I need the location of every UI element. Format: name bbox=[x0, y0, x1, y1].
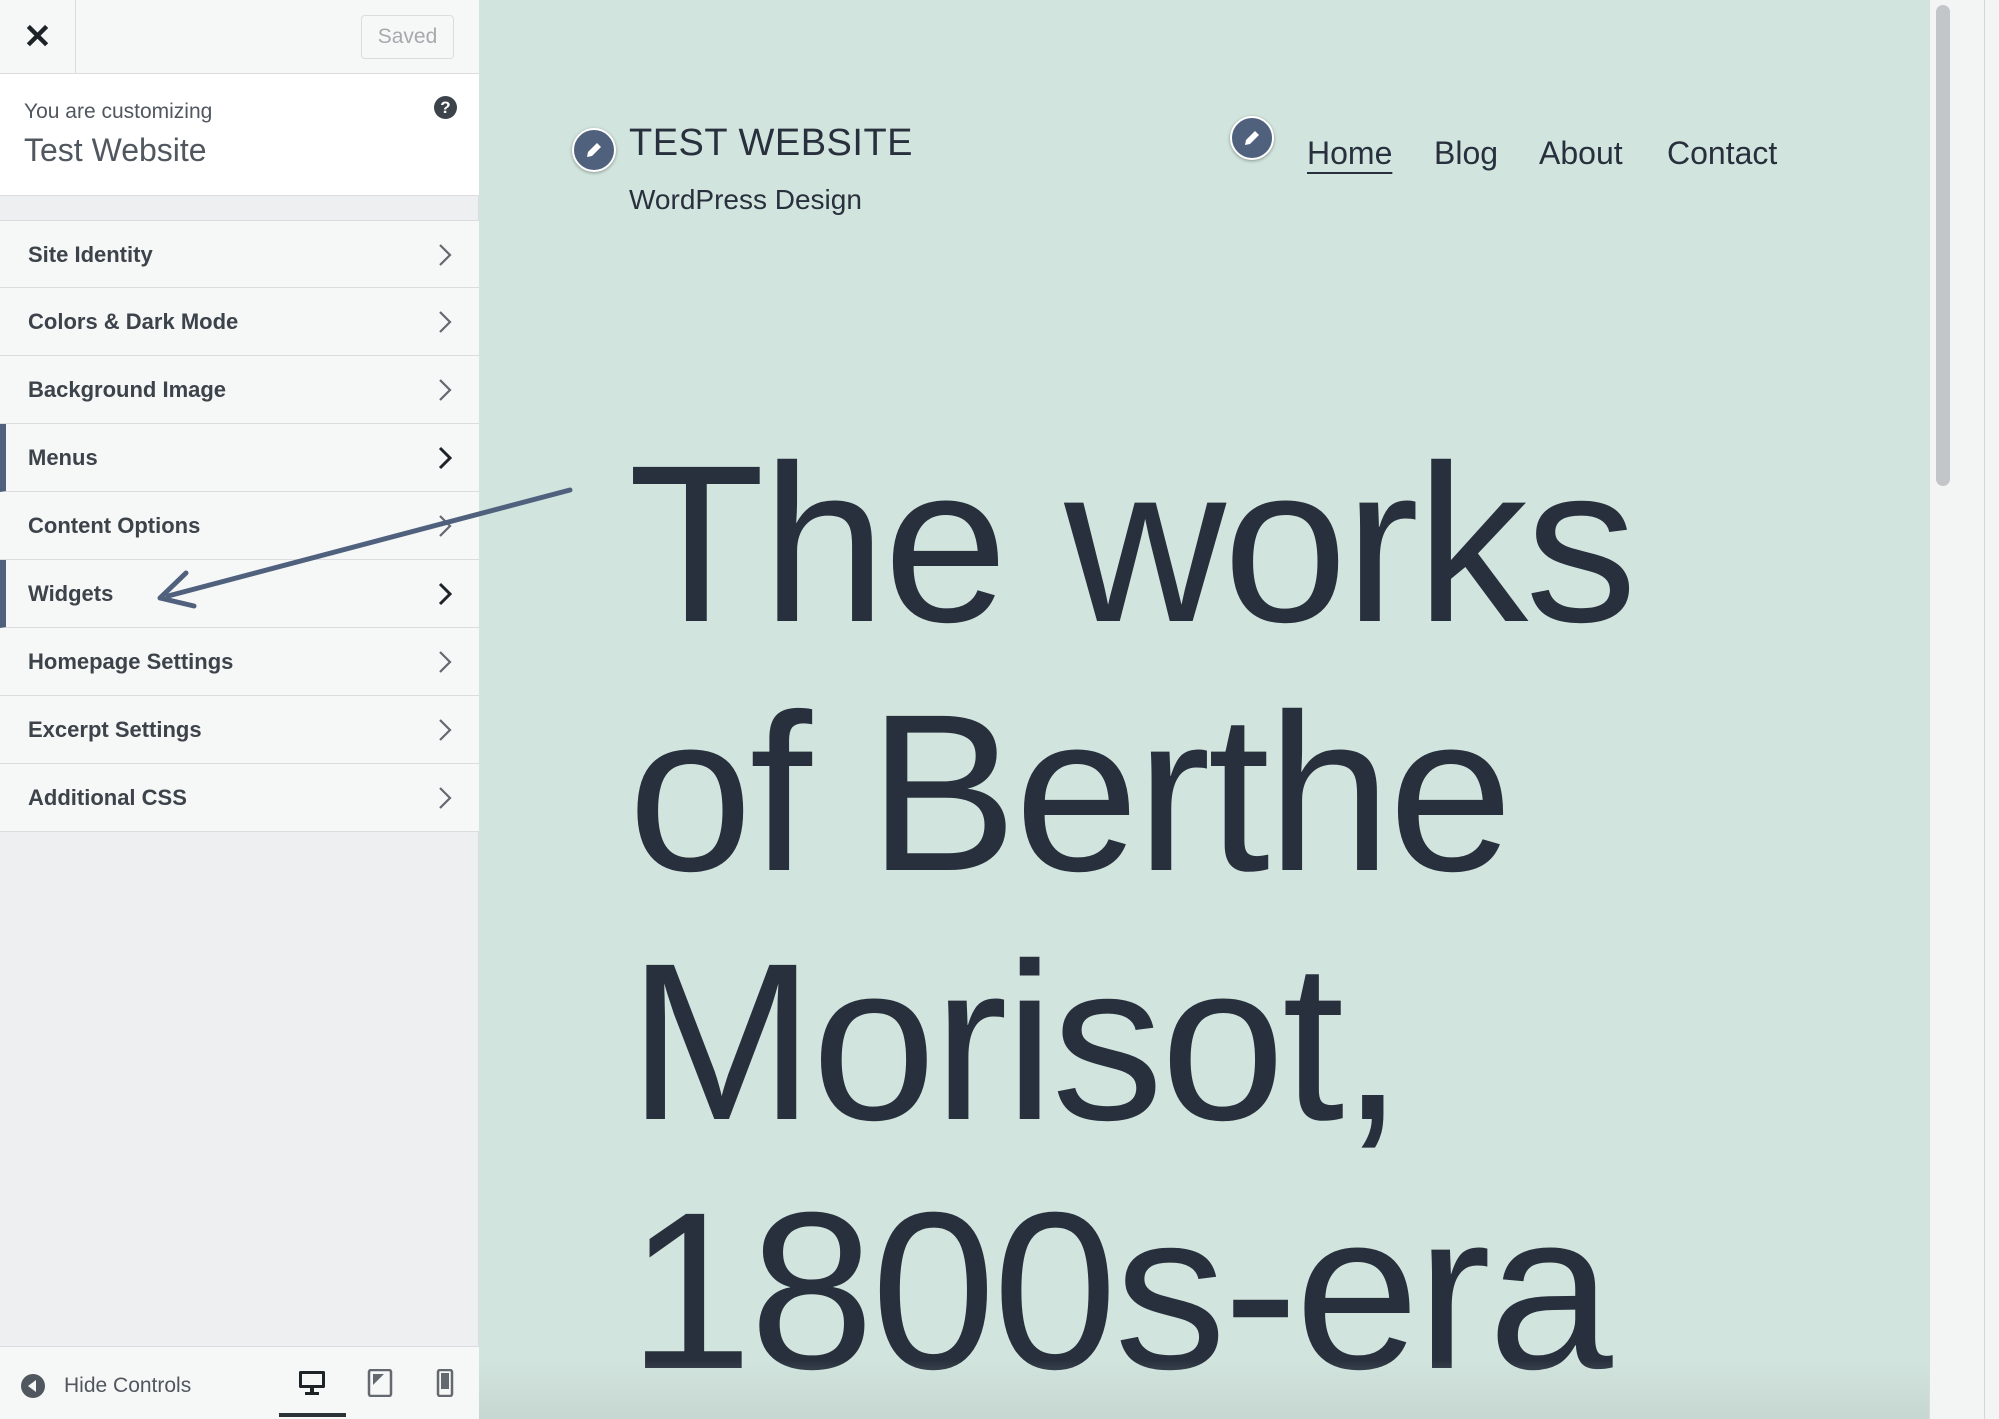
menu-item-label: Widgets bbox=[28, 581, 114, 606]
hide-controls-label: Hide Controls bbox=[64, 1374, 192, 1397]
hero-line: of Berthe bbox=[628, 668, 1513, 918]
preview-fade bbox=[479, 1360, 1929, 1419]
site-tagline: WordPress Design bbox=[629, 184, 862, 215]
pencil-icon[interactable] bbox=[1230, 116, 1274, 160]
nav-link-contact[interactable]: Contact bbox=[1667, 135, 1777, 172]
chevron-right-icon bbox=[438, 582, 452, 606]
menu-item-label: Site Identity bbox=[28, 242, 153, 267]
preview-scrollbar[interactable] bbox=[1929, 0, 1999, 1419]
desktop-icon[interactable] bbox=[297, 1369, 327, 1397]
menu-item-colors-dark-mode[interactable]: Colors & Dark Mode bbox=[0, 288, 479, 356]
menu-item-label: Content Options bbox=[28, 513, 201, 538]
collapse-icon bbox=[21, 1374, 45, 1398]
menu-item-label: Excerpt Settings bbox=[28, 717, 202, 742]
scrollbar-thumb[interactable] bbox=[1936, 5, 1950, 486]
active-device-indicator bbox=[279, 1413, 346, 1417]
menu-item-menus[interactable]: Menus bbox=[0, 424, 479, 492]
mobile-icon[interactable] bbox=[430, 1369, 460, 1397]
menu-item-site-identity[interactable]: Site Identity bbox=[0, 220, 479, 288]
saved-button[interactable]: Saved bbox=[361, 15, 454, 59]
pencil-icon bbox=[587, 143, 601, 157]
close-icon[interactable]: ✕ bbox=[0, 0, 76, 73]
pencil-icon[interactable] bbox=[572, 128, 616, 172]
chevron-right-icon bbox=[439, 515, 452, 537]
menu-item-widgets[interactable]: Widgets bbox=[0, 560, 479, 628]
menu-item-label: Background Image bbox=[28, 377, 227, 402]
site-title[interactable]: TEST WEBSITE bbox=[629, 122, 913, 165]
customizer-menu: Site Identity Colors & Dark Mode Backgro… bbox=[0, 220, 479, 832]
site-name: Test Website bbox=[24, 132, 207, 168]
menu-item-additional-css[interactable]: Additional CSS bbox=[0, 764, 479, 832]
menu-item-excerpt-settings[interactable]: Excerpt Settings bbox=[0, 696, 479, 764]
nav-link-about[interactable]: About bbox=[1539, 135, 1623, 172]
chevron-right-icon bbox=[439, 379, 452, 401]
chevron-right-icon bbox=[439, 651, 452, 673]
chevron-right-icon bbox=[438, 446, 452, 470]
menu-item-background-image[interactable]: Background Image bbox=[0, 356, 479, 424]
chevron-right-icon bbox=[439, 244, 452, 266]
customize-info: You are customizing Test Website ? bbox=[0, 74, 479, 196]
menu-item-label: Colors & Dark Mode bbox=[28, 309, 239, 334]
menu-item-label: Menus bbox=[28, 445, 98, 470]
hero-line: The works bbox=[628, 419, 1637, 669]
menu-item-homepage-settings[interactable]: Homepage Settings bbox=[0, 628, 479, 696]
customizer-sidebar: ✕ Saved You are customizing Test Website… bbox=[0, 0, 479, 1419]
hide-controls-button[interactable]: Hide Controls bbox=[20, 1371, 191, 1401]
menu-item-label: Homepage Settings bbox=[28, 649, 234, 674]
hero-heading: The works of Berthe Morisot, 1800s-era bbox=[628, 420, 1728, 1416]
tablet-icon[interactable] bbox=[365, 1369, 395, 1397]
customizing-label: You are customizing bbox=[24, 100, 213, 123]
scrollbar-track bbox=[1984, 0, 1985, 1419]
nav-link-home[interactable]: Home bbox=[1307, 135, 1392, 172]
menu-item-label: Additional CSS bbox=[28, 785, 187, 810]
customizer-footer: Hide Controls bbox=[0, 1346, 479, 1419]
customizer-header: ✕ Saved bbox=[0, 0, 479, 74]
chevron-right-icon bbox=[439, 787, 452, 809]
hero-line: Morisot, bbox=[628, 917, 1404, 1167]
nav-link-blog[interactable]: Blog bbox=[1434, 135, 1498, 172]
pencil-icon bbox=[1245, 131, 1259, 145]
menu-item-content-options[interactable]: Content Options bbox=[0, 492, 479, 560]
chevron-right-icon bbox=[439, 719, 452, 741]
help-icon[interactable]: ? bbox=[434, 96, 457, 119]
site-preview: TEST WEBSITE WordPress Design Home Blog … bbox=[479, 0, 1929, 1419]
chevron-right-icon bbox=[439, 311, 452, 333]
